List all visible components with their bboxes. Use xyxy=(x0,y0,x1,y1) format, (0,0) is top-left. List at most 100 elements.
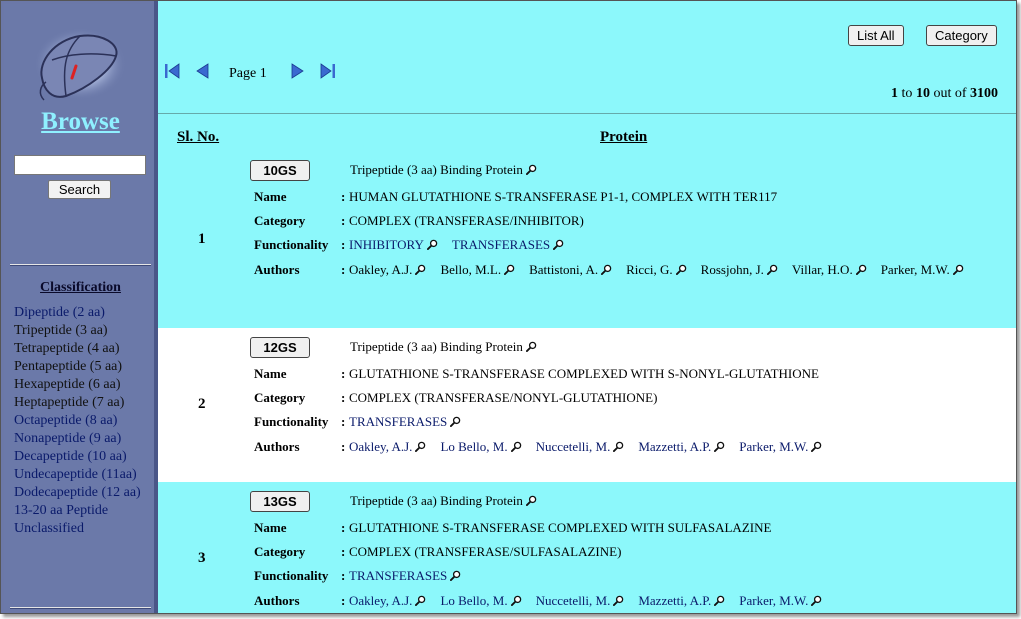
functionality-link[interactable]: TRANSFERASES xyxy=(452,237,564,252)
binding-type: Tripeptide (3 aa) Binding Protein xyxy=(350,339,537,355)
magnifier-icon[interactable] xyxy=(613,441,624,452)
browser-frame: Browse Search Classification Dipeptide (… xyxy=(0,0,1017,614)
classification-item[interactable]: Pentapeptide (5 aa) xyxy=(14,358,150,376)
classification-item[interactable]: Hexapeptide (6 aa) xyxy=(14,376,150,394)
field-label-name: Name xyxy=(254,520,287,535)
magnifier-icon[interactable] xyxy=(855,264,867,275)
magnifier-icon[interactable] xyxy=(613,595,624,606)
protein-record: 2 12GS Tripeptide (3 aa) Binding Protein Na… xyxy=(158,328,1016,482)
magnifier-icon[interactable] xyxy=(510,595,522,606)
magnifier-icon[interactable] xyxy=(525,164,537,175)
magnifier-icon[interactable] xyxy=(811,441,822,452)
last-page-icon[interactable] xyxy=(320,61,336,81)
magnifier-icon[interactable] xyxy=(415,264,426,275)
first-page-icon[interactable] xyxy=(164,61,180,81)
magnifier-icon[interactable] xyxy=(766,264,778,275)
field-colon: : xyxy=(341,414,346,429)
author-link[interactable]: Mazzetti, A.P. xyxy=(638,439,725,454)
author-link[interactable]: Lo Bello, M. xyxy=(440,439,521,454)
author-link[interactable]: Parker, M.W. xyxy=(881,262,964,277)
classification-item[interactable]: Dipeptide (2 aa) xyxy=(14,304,150,322)
magnifier-icon[interactable] xyxy=(714,595,725,606)
classification-item[interactable]: 13-20 aa Peptide xyxy=(14,502,150,520)
magnifier-icon[interactable] xyxy=(952,264,964,275)
protein-category: COMPLEX (TRANSFERASE/NONYL-GLUTATHIONE) xyxy=(349,390,658,405)
author-link[interactable]: Bello, M.L. xyxy=(440,262,515,277)
functionality-link[interactable]: TRANSFERASES xyxy=(349,414,461,429)
magnifier-icon[interactable] xyxy=(525,495,537,506)
pdb-id-button[interactable]: 12GS xyxy=(250,337,310,358)
classification-item[interactable]: Undecapeptide (11aa) xyxy=(14,466,150,484)
magnifier-icon[interactable] xyxy=(714,441,725,452)
author-link[interactable]: Nuccetelli, M. xyxy=(536,439,625,454)
protein-name: GLUTATHIONE S-TRANSFERASE COMPLEXED WITH… xyxy=(349,520,772,535)
magnifier-icon[interactable] xyxy=(415,595,426,606)
author-link[interactable]: Villar, H.O. xyxy=(792,262,867,277)
classification-item[interactable]: Heptapeptide (7 aa) xyxy=(14,394,150,412)
category-button[interactable]: Category xyxy=(926,25,997,46)
functionality-link[interactable]: INHIBITORY xyxy=(349,237,438,252)
pdb-id-button[interactable]: 13GS xyxy=(250,491,310,512)
author-link[interactable]: Lo Bello, M. xyxy=(440,593,521,608)
classification-item[interactable]: Tetrapeptide (4 aa) xyxy=(14,340,150,358)
magnifier-icon[interactable] xyxy=(675,264,687,275)
magnifier-icon[interactable] xyxy=(553,239,564,250)
classification-item[interactable]: Dodecapeptide (12 aa) xyxy=(14,484,150,502)
binding-type: Tripeptide (3 aa) Binding Protein xyxy=(350,162,537,178)
sidebar-panel: Browse Search Classification Dipeptide (… xyxy=(4,4,151,610)
field-label-authors: Authors xyxy=(254,262,300,277)
column-header-protein: Protein xyxy=(600,129,648,145)
magnifier-icon[interactable] xyxy=(510,441,522,452)
magnifier-icon[interactable] xyxy=(504,264,515,275)
author-link[interactable]: Parker, M.W. xyxy=(739,439,822,454)
field-label-functionality: Functionality xyxy=(254,568,329,583)
field-label-functionality: Functionality xyxy=(254,237,329,252)
classification-item[interactable]: Decapeptide (10 aa) xyxy=(14,448,150,466)
previous-page-icon[interactable] xyxy=(194,61,210,81)
field-colon: : xyxy=(341,262,346,277)
search-input[interactable] xyxy=(14,155,146,175)
magnifier-icon[interactable] xyxy=(811,595,822,606)
magnifier-icon[interactable] xyxy=(450,570,461,581)
protein-category: COMPLEX (TRANSFERASE/SULFASALAZINE) xyxy=(349,544,622,559)
field-colon: : xyxy=(341,366,346,381)
browse-title[interactable]: Browse xyxy=(4,108,157,136)
field-colon: : xyxy=(341,544,346,559)
author-link[interactable]: Oakley, A.J. xyxy=(349,593,426,608)
author-link[interactable]: Rossjohn, J. xyxy=(701,262,778,277)
classification-item[interactable]: Octapeptide (8 aa) xyxy=(14,412,150,430)
authors-list: Oakley, A.J. Lo Bello, M. Nuccetelli, M. Ma… xyxy=(349,591,989,610)
field-label-category: Category xyxy=(254,390,306,405)
author-link[interactable]: Ricci, G. xyxy=(626,262,687,277)
author-link[interactable]: Battistoni, A. xyxy=(529,262,612,277)
field-label-authors: Authors xyxy=(254,439,300,454)
author-link[interactable]: Oakley, A.J. xyxy=(349,439,426,454)
classification-item[interactable]: Nonapeptide (9 aa) xyxy=(14,430,150,448)
field-colon: : xyxy=(341,213,346,228)
magnifier-icon[interactable] xyxy=(601,264,612,275)
authors-list: Oakley, A.J. Lo Bello, M. Nuccetelli, M. Ma… xyxy=(349,437,989,456)
field-label-name: Name xyxy=(254,189,287,204)
functionality-link[interactable]: TRANSFERASES xyxy=(349,568,461,583)
magnifier-icon[interactable] xyxy=(415,441,426,452)
next-page-icon[interactable] xyxy=(290,61,306,81)
header-divider xyxy=(158,113,1016,114)
main-content: List All Category Page 1 1 to 10 out of … xyxy=(158,1,1016,613)
classification-item[interactable]: Unclassified xyxy=(14,520,150,538)
author-link[interactable]: Nuccetelli, M. xyxy=(536,593,625,608)
protein-record: 3 13GS Tripeptide (3 aa) Binding Protein Na… xyxy=(158,482,1016,613)
author-link[interactable]: Parker, M.W. xyxy=(739,593,822,608)
magnifier-icon[interactable] xyxy=(450,416,461,427)
field-colon: : xyxy=(341,189,346,204)
list-all-button[interactable]: List All xyxy=(848,25,904,46)
author-link[interactable]: Oakley, A.J. xyxy=(349,262,426,277)
search-button[interactable]: Search xyxy=(48,180,111,199)
classification-item[interactable]: Tripeptide (3 aa) xyxy=(14,322,150,340)
binding-type: Tripeptide (3 aa) Binding Protein xyxy=(350,493,537,509)
classification-list: Dipeptide (2 aa) Tripeptide (3 aa) Tetrape… xyxy=(14,304,150,538)
author-link[interactable]: Mazzetti, A.P. xyxy=(638,593,725,608)
magnifier-icon[interactable] xyxy=(426,239,438,250)
pdb-id-button[interactable]: 10GS xyxy=(250,160,310,181)
magnifier-icon[interactable] xyxy=(525,341,537,352)
field-label-functionality: Functionality xyxy=(254,414,329,429)
